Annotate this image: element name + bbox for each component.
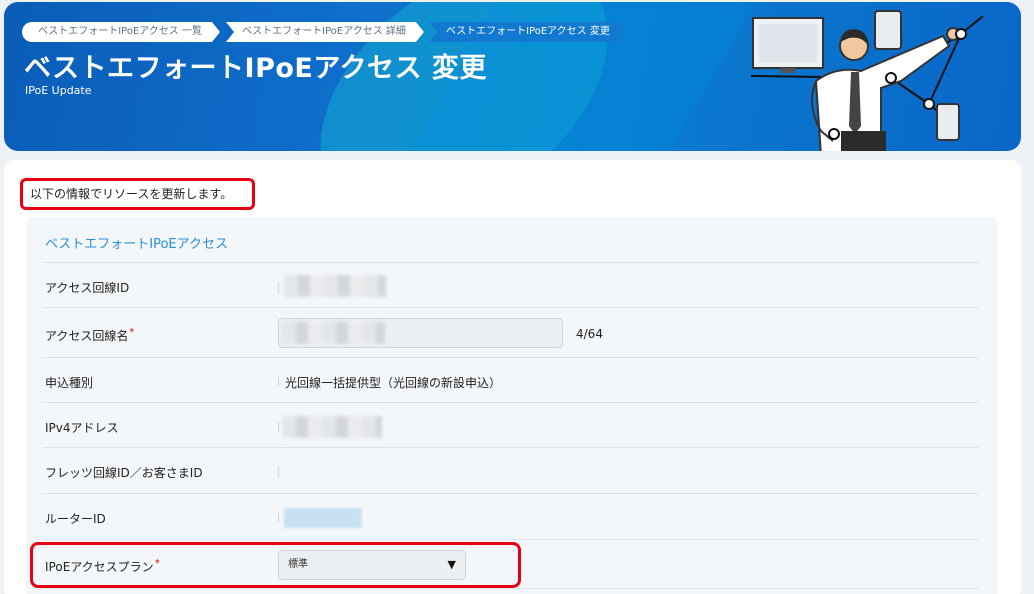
breadcrumb: ベストエフォートIPoEアクセス 一覧 ベストエフォートIPoEアクセス 詳細 … — [22, 22, 630, 42]
businessman-network-illustration — [750, 10, 984, 151]
access-line-name-counter: 4/64 — [576, 327, 603, 341]
ipoe-plan-highlight-box — [30, 542, 521, 588]
section-title: ベストエフォートIPoEアクセス — [45, 237, 228, 252]
access-line-id-label: アクセス回線ID — [45, 281, 130, 295]
access-line-id-value-redacted — [284, 275, 386, 297]
breadcrumb-item-current: ベストエフォートIPoEアクセス 変更 — [429, 22, 624, 42]
required-mark: * — [129, 327, 135, 338]
breadcrumb-item-detail[interactable]: ベストエフォートIPoEアクセス 詳細 — [226, 22, 424, 42]
page-subtitle: IPoE Update — [25, 84, 92, 97]
application-type-label: 申込種別 — [45, 376, 94, 390]
ipv4-address-label: IPv4アドレス — [45, 421, 119, 435]
flets-line-id-label: フレッツ回線ID／お客さまID — [45, 466, 203, 480]
ipv4-address-value-redacted — [282, 416, 382, 438]
update-notice: 以下の情報でリソースを更新します。 — [20, 178, 255, 210]
page-title: ベストエフォートIPoEアクセス 変更 — [24, 53, 487, 84]
router-id-label: ルーターID — [45, 512, 106, 526]
form-panel: ベストエフォートIPoEアクセス アクセス回線ID アクセス回線名* 4/64 … — [26, 217, 998, 594]
access-line-name-input[interactable] — [278, 318, 563, 348]
router-id-value-redacted — [284, 508, 362, 528]
form-card: 以下の情報でリソースを更新します。 ベストエフォートIPoEアクセス アクセス回… — [4, 160, 1021, 594]
breadcrumb-item-list[interactable]: ベストエフォートIPoEアクセス 一覧 — [22, 22, 220, 42]
access-line-name-value-redacted — [282, 322, 385, 344]
access-line-name-label: アクセス回線名* — [45, 327, 135, 343]
header-banner: ベストエフォートIPoEアクセス 一覧 ベストエフォートIPoEアクセス 詳細 … — [4, 2, 1021, 151]
application-type-value: 光回線一括提供型（光回線の新設申込） — [285, 376, 502, 390]
